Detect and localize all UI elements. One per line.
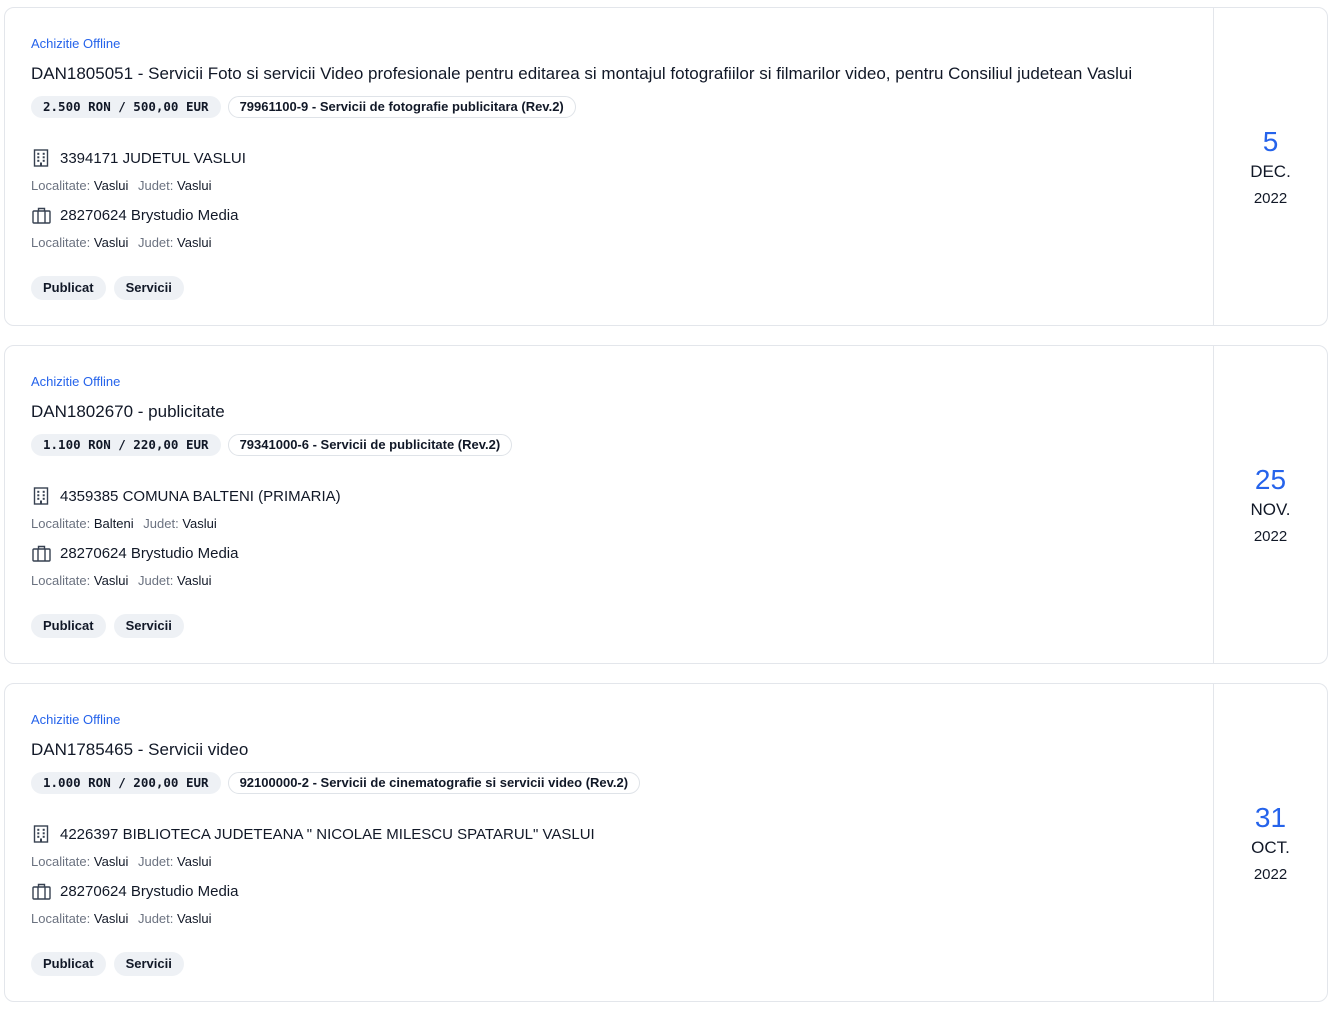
authority-name: 3394171 JUDETUL VASLUI: [60, 149, 246, 167]
tag-row: Publicat Servicii: [31, 614, 184, 638]
procurement-type-link[interactable]: Achizitie Offline: [31, 374, 120, 389]
authority-location: Localitate: Vaslui Judet: Vaslui: [31, 854, 217, 869]
procurement-title[interactable]: DAN1802670 - publicitate: [31, 402, 225, 422]
supplier-name: 28270624 Brystudio Media: [60, 882, 239, 900]
category-badge: Servicii: [113, 276, 184, 300]
contracting-authority[interactable]: 4359385 COMUNA BALTENI (PRIMARIA): [31, 486, 341, 506]
judet-value: Vaslui: [177, 178, 212, 193]
pill-row: 1.000 RON / 200,00 EUR 92100000-2 - Serv…: [31, 772, 641, 794]
judet-label: Judet:: [137, 178, 174, 193]
card-content: Achizitie Offline DAN1802670 - publicita…: [5, 346, 1213, 663]
pill-row: 1.100 RON / 220,00 EUR 79341000-6 - Serv…: [31, 434, 513, 456]
localitate-label: Localitate:: [31, 178, 91, 193]
value-badge: 1.100 RON / 220,00 EUR: [31, 434, 221, 456]
date-year: 2022: [1253, 190, 1288, 207]
judet-label: Judet:: [137, 911, 174, 926]
card-content: Achizitie Offline DAN1805051 - Servicii …: [5, 8, 1213, 325]
procurement-title[interactable]: DAN1785465 - Servicii video: [31, 740, 248, 760]
localitate-value: Vaslui: [93, 854, 129, 869]
judet-value: Vaslui: [177, 573, 212, 588]
tag-row: Publicat Servicii: [31, 276, 184, 300]
status-badge: Publicat: [31, 614, 106, 638]
procurement-type-link[interactable]: Achizitie Offline: [31, 712, 120, 727]
localitate-label: Localitate:: [31, 516, 91, 531]
judet-label: Judet:: [137, 854, 174, 869]
procurement-title[interactable]: DAN1805051 - Servicii Foto si servicii V…: [31, 64, 1132, 84]
localitate-value: Vaslui: [93, 178, 129, 193]
localitate-value: Vaslui: [93, 911, 129, 926]
building-icon: [31, 486, 51, 506]
supplier-location: Localitate: Vaslui Judet: Vaslui: [31, 911, 217, 926]
localitate-label: Localitate:: [31, 854, 91, 869]
value-badge: 1.000 RON / 200,00 EUR: [31, 772, 221, 794]
judet-value: Vaslui: [177, 854, 212, 869]
publish-date: 25 NOV. 2022: [1213, 346, 1327, 663]
judet-value: Vaslui: [177, 911, 212, 926]
publish-date: 31 OCT. 2022: [1213, 684, 1327, 1001]
building-icon: [31, 824, 51, 844]
contracting-authority[interactable]: 3394171 JUDETUL VASLUI: [31, 148, 246, 168]
procurement-card[interactable]: Achizitie Offline DAN1785465 - Servicii …: [4, 683, 1328, 1002]
contracting-authority[interactable]: 4226397 BIBLIOTECA JUDETEANA " NICOLAE M…: [31, 824, 595, 844]
supplier-name: 28270624 Brystudio Media: [60, 544, 239, 562]
localitate-label: Localitate:: [31, 235, 91, 250]
cpv-badge: 92100000-2 - Servicii de cinematografie …: [227, 772, 641, 794]
briefcase-icon: [31, 881, 51, 901]
building-icon: [31, 148, 51, 168]
authority-location: Localitate: Vaslui Judet: Vaslui: [31, 178, 217, 193]
tag-row: Publicat Servicii: [31, 952, 184, 976]
supplier[interactable]: 28270624 Brystudio Media: [31, 543, 238, 563]
date-year: 2022: [1253, 866, 1288, 883]
judet-label: Judet:: [143, 516, 179, 531]
status-badge: Publicat: [31, 276, 106, 300]
publish-date: 5 DEC. 2022: [1213, 8, 1327, 325]
card-content: Achizitie Offline DAN1785465 - Servicii …: [5, 684, 1213, 1001]
authority-location: Localitate: Balteni Judet: Vaslui: [31, 516, 223, 531]
authority-name: 4226397 BIBLIOTECA JUDETEANA " NICOLAE M…: [60, 825, 595, 843]
supplier[interactable]: 28270624 Brystudio Media: [31, 881, 238, 901]
procurement-card[interactable]: Achizitie Offline DAN1805051 - Servicii …: [4, 7, 1328, 326]
procurement-type-link[interactable]: Achizitie Offline: [31, 36, 120, 51]
judet-label: Judet:: [137, 573, 174, 588]
briefcase-icon: [31, 543, 51, 563]
value-badge: 2.500 RON / 500,00 EUR: [31, 96, 221, 118]
cpv-badge: 79341000-6 - Servicii de publicitate (Re…: [227, 434, 513, 456]
procurement-card[interactable]: Achizitie Offline DAN1802670 - publicita…: [4, 345, 1328, 664]
date-day: 25: [1254, 464, 1287, 495]
judet-value: Vaslui: [177, 235, 212, 250]
authority-name: 4359385 COMUNA BALTENI (PRIMARIA): [60, 487, 341, 505]
pill-row: 2.500 RON / 500,00 EUR 79961100-9 - Serv…: [31, 96, 576, 118]
localitate-value: Vaslui: [93, 573, 129, 588]
supplier[interactable]: 28270624 Brystudio Media: [31, 205, 238, 225]
category-badge: Servicii: [113, 952, 184, 976]
localitate-label: Localitate:: [31, 911, 91, 926]
briefcase-icon: [31, 205, 51, 225]
date-year: 2022: [1253, 528, 1288, 545]
cpv-badge: 79961100-9 - Servicii de fotografie publ…: [227, 96, 576, 118]
date-month: DEC.: [1250, 162, 1291, 181]
supplier-location: Localitate: Vaslui Judet: Vaslui: [31, 573, 217, 588]
date-day: 31: [1254, 802, 1287, 833]
date-month: NOV.: [1250, 500, 1291, 519]
supplier-location: Localitate: Vaslui Judet: Vaslui: [31, 235, 217, 250]
date-month: OCT.: [1251, 838, 1290, 857]
localitate-value: Balteni: [93, 516, 134, 531]
status-badge: Publicat: [31, 952, 106, 976]
judet-label: Judet:: [137, 235, 174, 250]
supplier-name: 28270624 Brystudio Media: [60, 206, 239, 224]
category-badge: Servicii: [113, 614, 184, 638]
judet-value: Vaslui: [182, 516, 217, 531]
date-day: 5: [1262, 126, 1279, 157]
localitate-label: Localitate:: [31, 573, 91, 588]
localitate-value: Vaslui: [93, 235, 129, 250]
